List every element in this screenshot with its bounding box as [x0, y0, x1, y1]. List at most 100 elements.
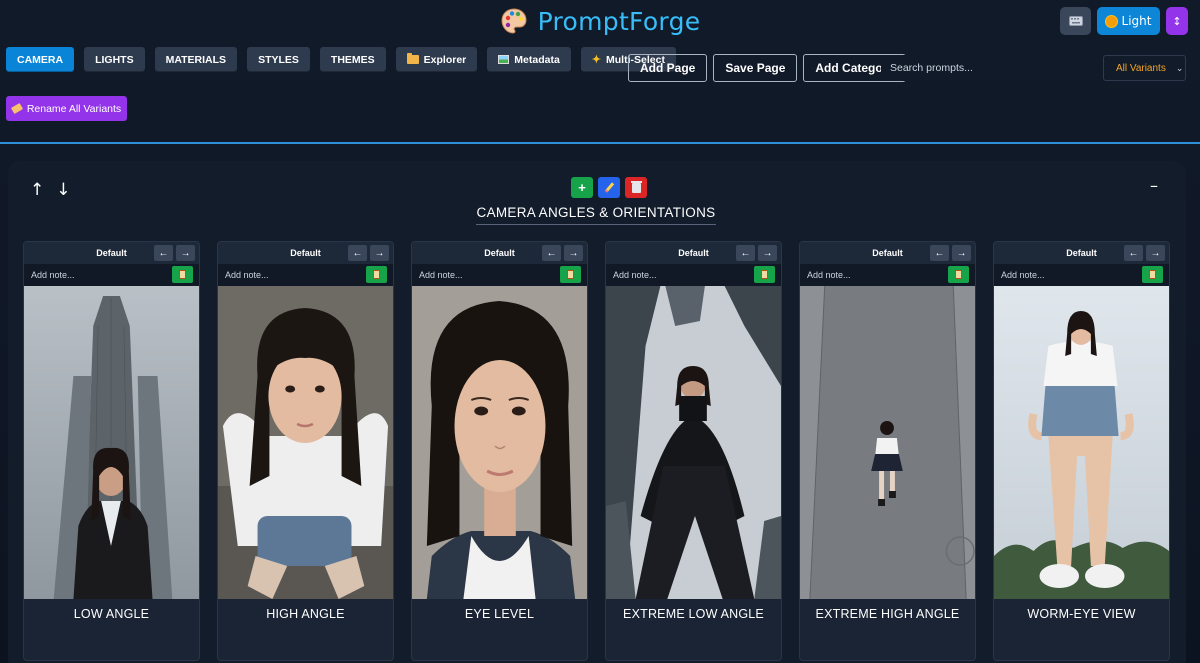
note-row: [218, 264, 393, 286]
theme-toggle-label: Light: [1121, 14, 1152, 28]
prompt-card[interactable]: Default ← →: [23, 241, 200, 661]
variant-nav: ← →: [154, 245, 195, 261]
metadata-button[interactable]: Metadata: [487, 47, 571, 72]
prev-variant-button[interactable]: ←: [348, 245, 367, 261]
category-actions: +: [571, 177, 647, 198]
variant-nav: ← →: [542, 245, 583, 261]
card-label: EXTREME HIGH ANGLE: [815, 607, 960, 621]
tab-themes[interactable]: THEMES: [319, 47, 386, 72]
delete-category-button[interactable]: [625, 177, 647, 198]
app-title: PromptForge: [537, 6, 701, 36]
tag-icon: [10, 102, 23, 115]
prev-variant-button[interactable]: ←: [1124, 245, 1143, 261]
trash-icon: [630, 180, 642, 193]
card-image[interactable]: [24, 286, 199, 599]
category-title: CAMERA ANGLES & ORIENTATIONS: [476, 205, 716, 225]
tab-styles[interactable]: STYLES: [247, 47, 310, 72]
top-right-controls: Light ↕: [1060, 7, 1188, 35]
copy-prompt-button[interactable]: [172, 266, 193, 283]
card-header: Default ← →: [218, 242, 393, 264]
next-variant-button[interactable]: →: [176, 245, 195, 261]
note-input[interactable]: [24, 270, 164, 280]
card-image[interactable]: [412, 286, 587, 599]
prompt-card[interactable]: Default ← →: [217, 241, 394, 661]
clipboard-icon: [373, 270, 380, 279]
card-image[interactable]: [606, 286, 781, 599]
collapse-category-button[interactable]: –: [1150, 176, 1158, 195]
note-input[interactable]: [606, 270, 746, 280]
explorer-label: Explorer: [423, 53, 467, 66]
card-label: WORM-EYE VIEW: [1027, 607, 1136, 621]
sparkle-icon: ✦: [591, 54, 602, 66]
move-up-icon[interactable]: ↑: [30, 180, 44, 200]
prev-variant-button[interactable]: ←: [736, 245, 755, 261]
clipboard-icon: [955, 270, 962, 279]
prompt-card[interactable]: Default ← → EX: [605, 241, 782, 661]
rename-all-variants-button[interactable]: Rename All Variants: [6, 96, 127, 121]
add-prompt-button[interactable]: +: [571, 177, 593, 198]
extreme-low-angle-image: [606, 286, 781, 599]
prompt-card[interactable]: Default ← →: [411, 241, 588, 661]
next-variant-button[interactable]: →: [952, 245, 971, 261]
folder-icon: [406, 53, 419, 64]
prompt-card[interactable]: Default ← →: [799, 241, 976, 661]
variant-filter-select[interactable]: All Variants ⌄: [1103, 55, 1186, 81]
clipboard-icon: [179, 270, 186, 279]
low-angle-image: [24, 286, 199, 599]
variant-nav: ← →: [736, 245, 777, 261]
note-input[interactable]: [800, 270, 940, 280]
sort-button[interactable]: ↕: [1166, 7, 1188, 35]
copy-prompt-button[interactable]: [560, 266, 581, 283]
next-variant-button[interactable]: →: [758, 245, 777, 261]
chevron-down-icon: ⌄: [1175, 62, 1184, 73]
rename-all-label: Rename All Variants: [26, 102, 122, 115]
note-input[interactable]: [218, 270, 358, 280]
tab-lights[interactable]: LIGHTS: [84, 47, 145, 72]
extreme-high-angle-image: [800, 286, 975, 599]
copy-prompt-button[interactable]: [948, 266, 969, 283]
card-image[interactable]: [800, 286, 975, 599]
tab-camera[interactable]: CAMERA: [6, 47, 75, 72]
note-input[interactable]: [994, 270, 1134, 280]
copy-prompt-button[interactable]: [754, 266, 775, 283]
save-page-button[interactable]: Save Page: [713, 54, 798, 82]
header-divider: [0, 142, 1200, 144]
next-variant-button[interactable]: →: [370, 245, 389, 261]
prompt-card[interactable]: Default ← →: [993, 241, 1170, 661]
card-header: Default ← →: [800, 242, 975, 264]
prev-variant-button[interactable]: ←: [154, 245, 173, 261]
add-page-button[interactable]: Add Page: [628, 54, 708, 82]
card-label: LOW ANGLE: [73, 607, 150, 621]
card-image[interactable]: [994, 286, 1169, 599]
keyboard-shortcuts-button[interactable]: [1060, 7, 1091, 35]
card-label: EXTREME LOW ANGLE: [623, 607, 764, 621]
note-input[interactable]: [412, 270, 552, 280]
card-image[interactable]: [218, 286, 393, 599]
toolbar: CAMERA LIGHTS MATERIALS STYLES THEMES Ex…: [6, 47, 676, 72]
variant-filter-value: All Variants: [1116, 62, 1166, 74]
worm-eye-view-image: [994, 286, 1169, 599]
copy-prompt-button[interactable]: [366, 266, 387, 283]
clipboard-icon: [761, 270, 768, 279]
theme-toggle-button[interactable]: Light: [1097, 7, 1160, 35]
card-header: Default ← →: [606, 242, 781, 264]
variant-nav: ← →: [930, 245, 971, 261]
card-header: Default ← →: [994, 242, 1169, 264]
note-row: [24, 264, 199, 286]
eye-level-image: [412, 286, 587, 599]
card-header: Default ← →: [24, 242, 199, 264]
keyboard-icon: [1068, 16, 1083, 26]
copy-prompt-button[interactable]: [1142, 266, 1163, 283]
move-down-icon[interactable]: ↓: [56, 180, 70, 200]
tab-materials[interactable]: MATERIALS: [154, 47, 238, 72]
prev-variant-button[interactable]: ←: [930, 245, 949, 261]
card-label: HIGH ANGLE: [266, 607, 345, 621]
edit-category-button[interactable]: [598, 177, 620, 198]
prev-variant-button[interactable]: ←: [542, 245, 561, 261]
explorer-button[interactable]: Explorer: [395, 47, 478, 72]
note-row: [606, 264, 781, 286]
pencil-icon: [604, 182, 614, 193]
next-variant-button[interactable]: →: [1146, 245, 1165, 261]
search-input[interactable]: [881, 55, 1091, 81]
next-variant-button[interactable]: →: [564, 245, 583, 261]
